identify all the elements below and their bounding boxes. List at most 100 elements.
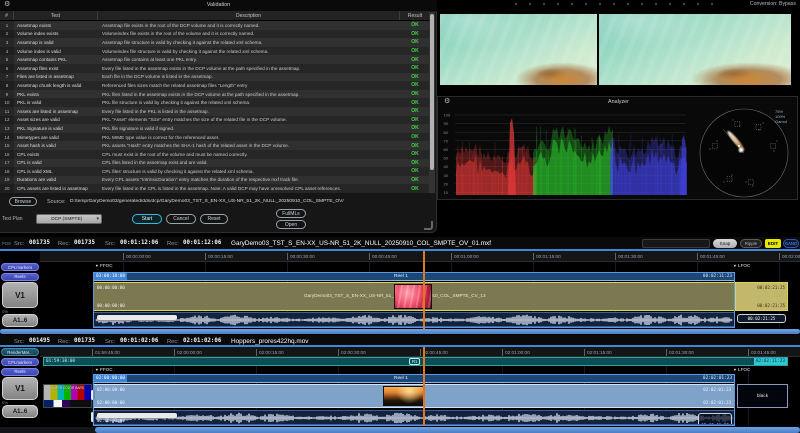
result-badge: OK xyxy=(400,125,430,131)
table-row[interactable]: 7Files are listed in assetmapEach file i… xyxy=(0,73,430,82)
timeline2-rendermarkers-button[interactable]: RenderMar... xyxy=(1,348,39,356)
cancel-button[interactable]: Cancel xyxy=(166,214,196,224)
table-row[interactable]: 5Assetmap contains PKLAssetmap file cont… xyxy=(0,55,430,64)
resize-grip[interactable] xyxy=(424,221,433,230)
table-row[interactable]: 16CPL existsCPL must exist in the root o… xyxy=(0,150,430,159)
gang-button[interactable]: GANG xyxy=(783,239,799,248)
table-row[interactable]: 12Asset sizes are validPKL "Asset" eleme… xyxy=(0,116,430,125)
timeline2-reel-bar[interactable]: 02:00:00:00 Reel 1 02:02:01:23 xyxy=(93,374,735,383)
table-scrollbar-thumb[interactable] xyxy=(430,14,434,170)
timeline2-cplmarkers-button[interactable]: CPLmarkers xyxy=(1,358,39,366)
timeline1-ruler[interactable]: 00:00:00:0000:00:15:0000:00:30:0000:00:4… xyxy=(40,251,800,262)
ffoc-marker[interactable]: ▼ FFOC xyxy=(95,367,113,372)
row-number: 13 xyxy=(0,124,14,133)
src-tc-value: 00:01:02:06 xyxy=(120,338,158,344)
ruler-tick: 00:02:00:00 xyxy=(779,253,800,260)
svg-text:50: 50 xyxy=(444,156,449,161)
table-row[interactable]: 14Mimetypes are validPKL MIME type value… xyxy=(0,133,430,142)
timeline2-scrollbar[interactable] xyxy=(0,427,800,433)
open-button[interactable]: Open xyxy=(276,220,306,229)
timeline2-playhead[interactable] xyxy=(423,347,425,426)
timeline2-audio-clip[interactable]: 02:00:00:00 02:02:01:23 xyxy=(93,410,735,425)
colorbars-clip[interactable]: SMPTE COLOR BARS xyxy=(43,384,92,408)
ffoc-marker[interactable]: ▼ FFOC xyxy=(95,263,113,268)
test-description: PKL MIME type value is correct for the r… xyxy=(98,135,400,140)
result-badge: OK xyxy=(400,57,430,63)
svg-text:100: 100 xyxy=(444,113,451,118)
row-number: 1 xyxy=(0,21,14,30)
black-clip[interactable]: black xyxy=(737,384,788,408)
col-test: Test xyxy=(14,11,98,20)
result-badge: OK xyxy=(400,186,430,192)
src-frames-value: 001735 xyxy=(29,240,50,246)
table-row[interactable]: 15Asset hash is validPKL assets "Hash" e… xyxy=(0,141,430,150)
fullmls-button[interactable]: FullMLs xyxy=(276,209,306,218)
clip-trim-handle[interactable] xyxy=(91,390,94,400)
table-row[interactable]: 8Assetmap chunk length is validReference… xyxy=(0,81,430,90)
clip-trim-handle[interactable] xyxy=(91,412,94,422)
table-row[interactable]: 3Assetmap is validAssetmap file structur… xyxy=(0,38,430,47)
render-end-tc: 02:02:11:23 xyxy=(754,358,787,365)
timeline2-video-track-button[interactable]: V1 xyxy=(2,377,38,400)
table-row[interactable]: 20CPL assets are listed in assetmapEvery… xyxy=(0,184,430,193)
timeline2-ruler[interactable]: 01:59:45:0002:00:00:0002:00:15:0002:00:3… xyxy=(40,347,800,357)
table-row[interactable]: 2Volume index existsVolumeindex file exi… xyxy=(0,30,430,39)
timeline1-playhead[interactable] xyxy=(423,251,425,329)
render-region-bar[interactable]: 01:59:30:00 R1 02:02:11:23 xyxy=(43,357,788,366)
result-badge: OK xyxy=(400,74,430,80)
lfoc-marker[interactable]: ▼ LFOC xyxy=(733,263,750,268)
reset-button[interactable]: Reset xyxy=(200,214,228,224)
timeline1-audio-track-button[interactable]: A1..6 xyxy=(2,314,38,327)
timeline2-audio-track-button[interactable]: A1..6 xyxy=(2,405,38,418)
table-row[interactable]: 6Assetmap files existEvery file listed i… xyxy=(0,64,430,73)
test-plan-label: Test Plan xyxy=(2,216,23,222)
table-row[interactable]: 19Durations are validEvery CPL assets "I… xyxy=(0,176,430,185)
timeline1-audio-clip[interactable] xyxy=(93,312,735,327)
test-name: Durations are valid xyxy=(14,177,98,182)
test-description: PKL file structure is valid by checking … xyxy=(98,100,400,105)
test-description: PKL assets "Hash" entry matches the SHA-… xyxy=(98,143,400,148)
svg-text:60: 60 xyxy=(444,147,449,152)
test-name: Assetmap files exist xyxy=(14,66,98,71)
table-row[interactable]: 13PKL Signature is validPKL file signatu… xyxy=(0,124,430,133)
audio-clip-header[interactable] xyxy=(97,315,177,320)
ruler-tick: 02:01:15:00 xyxy=(584,349,612,356)
edit-input[interactable] xyxy=(642,239,710,248)
test-plan-value: DCP (SMPTE) xyxy=(37,217,96,222)
test-name: CPL is valid XML xyxy=(14,169,98,174)
clip-thumbnail xyxy=(383,386,424,406)
table-row[interactable]: 18CPL is valid XMLCPL files' structure i… xyxy=(0,167,430,176)
clip-out-tc2: 00:02:21:25 xyxy=(757,303,785,308)
timeline1-clip-tail[interactable]: 00:02:21:25 00:02:21:25 xyxy=(735,282,788,311)
svg-text:90: 90 xyxy=(444,121,449,126)
timeline1-reels-button[interactable]: Reels xyxy=(1,273,39,281)
timeline1-video-track-button[interactable]: V1 xyxy=(2,282,38,308)
clip-in-tc2: 00:00:00:00 xyxy=(97,303,125,308)
start-button[interactable]: Start xyxy=(132,214,162,224)
black-clip-label: black xyxy=(757,394,768,399)
timeline1-reel-bar[interactable]: 03:00:10:08 Reel 1 00:02:11:23 xyxy=(93,272,735,281)
table-row[interactable]: 17CPL is validCPL files listed in the as… xyxy=(0,159,430,168)
test-plan-select[interactable]: DCP (SMPTE) ▾ xyxy=(36,214,102,224)
timeline2-reels-button[interactable]: Reels xyxy=(1,368,39,376)
ruler-tick: 01:59:45:00 xyxy=(92,349,120,356)
src-frames-value: 001495 xyxy=(29,338,50,344)
timeline1-audio-out-tc: 00:02:21:25 xyxy=(737,314,786,323)
table-row[interactable]: 10PKL is validPKL file structure is vali… xyxy=(0,98,430,107)
browse-button[interactable]: Browse xyxy=(9,197,37,206)
timeline1-cplmarkers-button[interactable]: CPLmarkers xyxy=(1,263,39,271)
ripple-button[interactable]: Ripple xyxy=(740,239,762,248)
ruler-tick: 00:01:45:00 xyxy=(697,253,725,260)
lfoc-marker[interactable]: ▼ LFOC xyxy=(733,367,750,372)
table-row[interactable]: 11Assets are listed in assetmapEvery fil… xyxy=(0,107,430,116)
table-scrollbar[interactable] xyxy=(429,12,435,193)
table-row[interactable]: 9PKL existsPKL files listed in the asset… xyxy=(0,90,430,99)
snap-button[interactable]: Snap xyxy=(713,239,737,248)
test-name: PKL is valid xyxy=(14,100,98,105)
table-row[interactable]: 1Assetmap existsAssetmap file exists in … xyxy=(0,21,430,30)
test-description: Volumeindex file structure is valid by c… xyxy=(98,49,400,54)
timeline2-scrollbar-thumb[interactable] xyxy=(95,427,800,433)
edit-mode-button[interactable]: EDIT xyxy=(765,239,781,248)
table-row[interactable]: 4Volume index is validVolumeindex file s… xyxy=(0,47,430,56)
row-number: 6 xyxy=(0,64,14,73)
